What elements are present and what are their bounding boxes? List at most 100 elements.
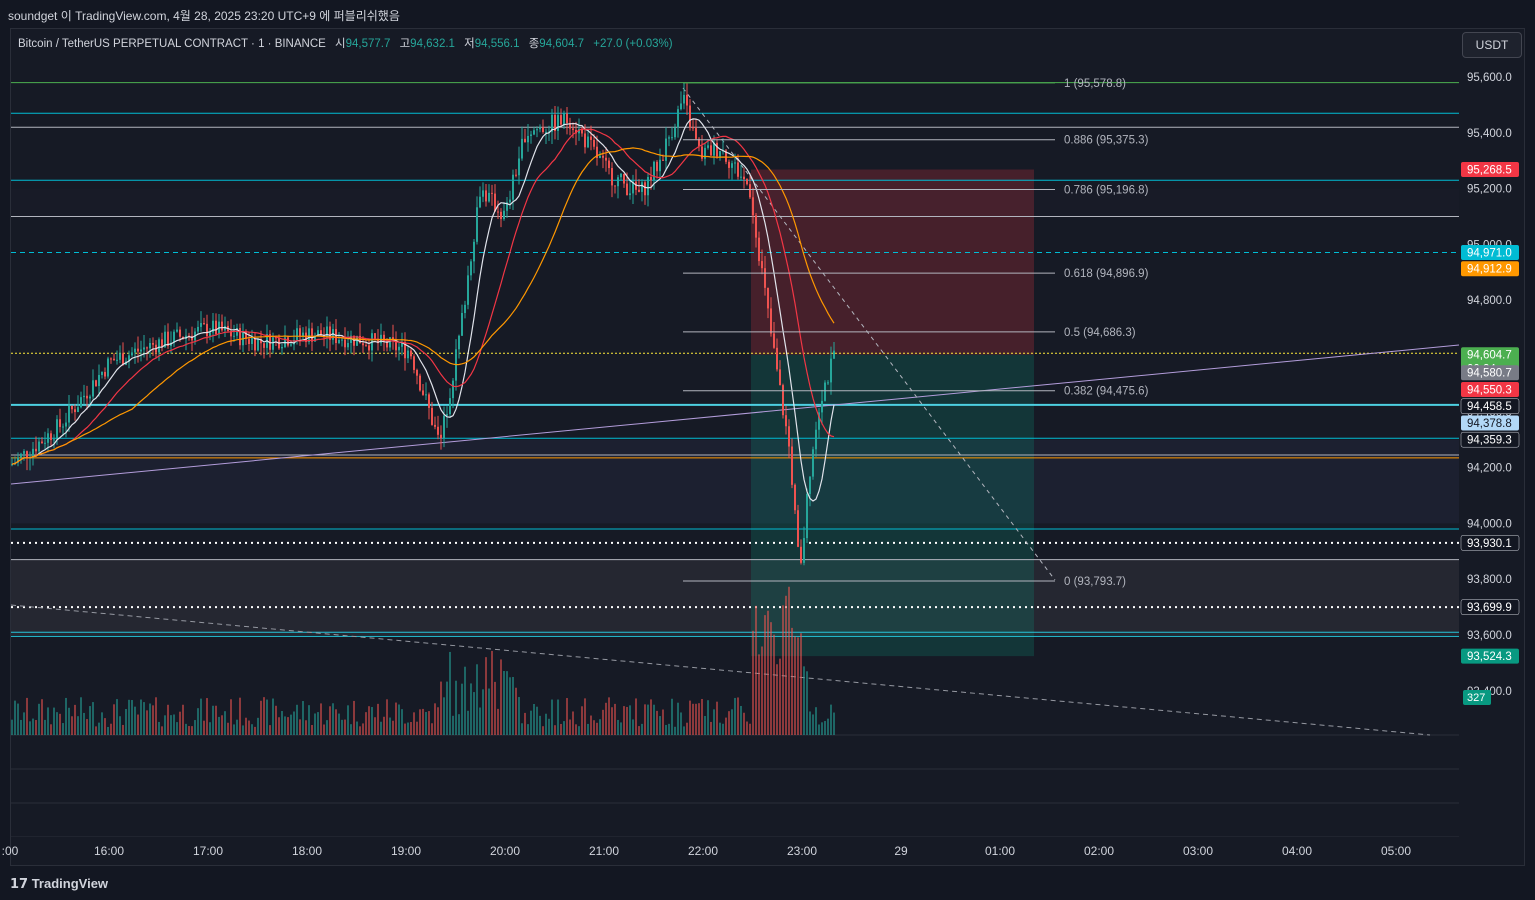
volume-bar bbox=[824, 720, 826, 735]
volume-bar bbox=[689, 700, 691, 735]
volume-bar bbox=[650, 699, 652, 735]
volume-bar bbox=[29, 721, 31, 735]
support-zone bbox=[11, 439, 1459, 524]
volume-bar bbox=[437, 707, 439, 735]
low-value: 94,556.1 bbox=[474, 38, 520, 50]
volume-bar bbox=[158, 721, 160, 735]
volume-bar bbox=[296, 704, 298, 735]
volume-bar bbox=[677, 702, 679, 735]
candle-body bbox=[362, 343, 364, 346]
volume-bar bbox=[200, 698, 202, 735]
candle-body bbox=[737, 162, 739, 177]
volume-bar bbox=[833, 712, 835, 735]
volume-bar bbox=[815, 707, 817, 735]
volume-bar bbox=[809, 711, 811, 735]
volume-bar bbox=[59, 713, 61, 735]
currency-button[interactable]: USDT bbox=[1462, 32, 1522, 58]
volume-bar bbox=[101, 712, 103, 735]
volume-bar bbox=[524, 712, 526, 735]
volume-bar bbox=[497, 708, 499, 735]
candle-body bbox=[674, 127, 676, 138]
volume-bar bbox=[527, 724, 529, 735]
volume-bar bbox=[659, 716, 661, 735]
volume-bar bbox=[614, 703, 616, 735]
volume-bar bbox=[104, 718, 106, 735]
tradingview-logo[interactable]: 𝟭𝟳 TradingView bbox=[10, 876, 108, 892]
candle-body bbox=[47, 433, 49, 443]
candle-body bbox=[203, 323, 205, 325]
volume-bar bbox=[545, 713, 547, 735]
volume-bar bbox=[191, 726, 193, 735]
volume-bar bbox=[581, 706, 583, 735]
volume-bar bbox=[371, 707, 373, 735]
candle-body bbox=[641, 182, 643, 192]
volume-bar bbox=[449, 651, 451, 735]
x-axis-tick: 01:00 bbox=[985, 844, 1015, 858]
candle-body bbox=[719, 151, 721, 157]
volume-bar bbox=[89, 706, 91, 735]
close-label: 종 bbox=[528, 38, 540, 50]
candle-body bbox=[137, 348, 139, 352]
symbol-name[interactable]: Bitcoin / TetherUS PERPETUAL CONTRACT · … bbox=[18, 38, 326, 50]
candle-body bbox=[770, 308, 772, 334]
volume-bar bbox=[626, 706, 628, 735]
volume-bar bbox=[122, 724, 124, 735]
candle-body bbox=[563, 113, 565, 125]
candle-body bbox=[572, 128, 574, 130]
candle-body bbox=[200, 323, 202, 327]
candle-body bbox=[488, 192, 490, 202]
volume-bar bbox=[794, 636, 796, 735]
volume-bar bbox=[494, 681, 496, 735]
price-tag-label: 94,912.9 bbox=[1467, 264, 1512, 276]
y-axis-tick: 93,800.0 bbox=[1467, 574, 1512, 586]
volume-bar bbox=[434, 703, 436, 735]
volume-bar bbox=[263, 697, 265, 735]
candle-body bbox=[479, 196, 481, 208]
volume-bar bbox=[767, 610, 769, 735]
fib-level-label: 0 (93,793.7) bbox=[1064, 576, 1126, 588]
volume-bar bbox=[458, 714, 460, 735]
position-stop-zone[interactable] bbox=[751, 169, 1034, 355]
candle-body bbox=[407, 350, 409, 359]
volume-bar bbox=[374, 717, 376, 735]
volume-bar bbox=[566, 698, 568, 735]
moving-average-mid[interactable] bbox=[11, 128, 835, 465]
volume-bar bbox=[386, 699, 388, 735]
volume-bar bbox=[608, 697, 610, 735]
candle-body bbox=[587, 136, 589, 148]
candle-body bbox=[503, 210, 505, 220]
candle-body bbox=[365, 345, 367, 347]
volume-bar bbox=[686, 722, 688, 735]
price-tag-label: 94,458.5 bbox=[1467, 401, 1512, 413]
candle-body bbox=[710, 145, 712, 156]
candle-body bbox=[758, 237, 760, 262]
volume-bar bbox=[233, 724, 235, 735]
candle-body bbox=[716, 142, 718, 157]
candle-body bbox=[287, 337, 289, 346]
volume-bar bbox=[239, 697, 241, 735]
candle-body bbox=[590, 136, 592, 140]
candle-body bbox=[809, 476, 811, 494]
price-chart[interactable]: 1 (95,578.8) 0.886 (95,375.3) 0.786 (95,19… bbox=[0, 0, 1535, 866]
volume-bar bbox=[515, 687, 517, 735]
volume-bar bbox=[50, 724, 52, 735]
candle-body bbox=[740, 176, 742, 178]
candle-body bbox=[77, 407, 79, 413]
volume-bar bbox=[260, 700, 262, 735]
candle-body bbox=[53, 439, 55, 441]
candle-body bbox=[251, 338, 253, 345]
candle-body bbox=[56, 419, 58, 440]
volume-bar bbox=[533, 703, 535, 735]
volume-bar bbox=[827, 718, 829, 735]
volume-bar bbox=[368, 706, 370, 735]
candle-body bbox=[764, 268, 766, 288]
candle-body bbox=[482, 190, 484, 197]
candle-body bbox=[833, 350, 835, 359]
volume-bar bbox=[455, 680, 457, 735]
x-axis-tick: 05:00 bbox=[1381, 844, 1411, 858]
candle-body bbox=[515, 174, 517, 176]
volume-bar bbox=[674, 726, 676, 735]
volume-bar bbox=[668, 723, 670, 735]
candle-body bbox=[815, 429, 817, 450]
candle-body bbox=[338, 339, 340, 344]
